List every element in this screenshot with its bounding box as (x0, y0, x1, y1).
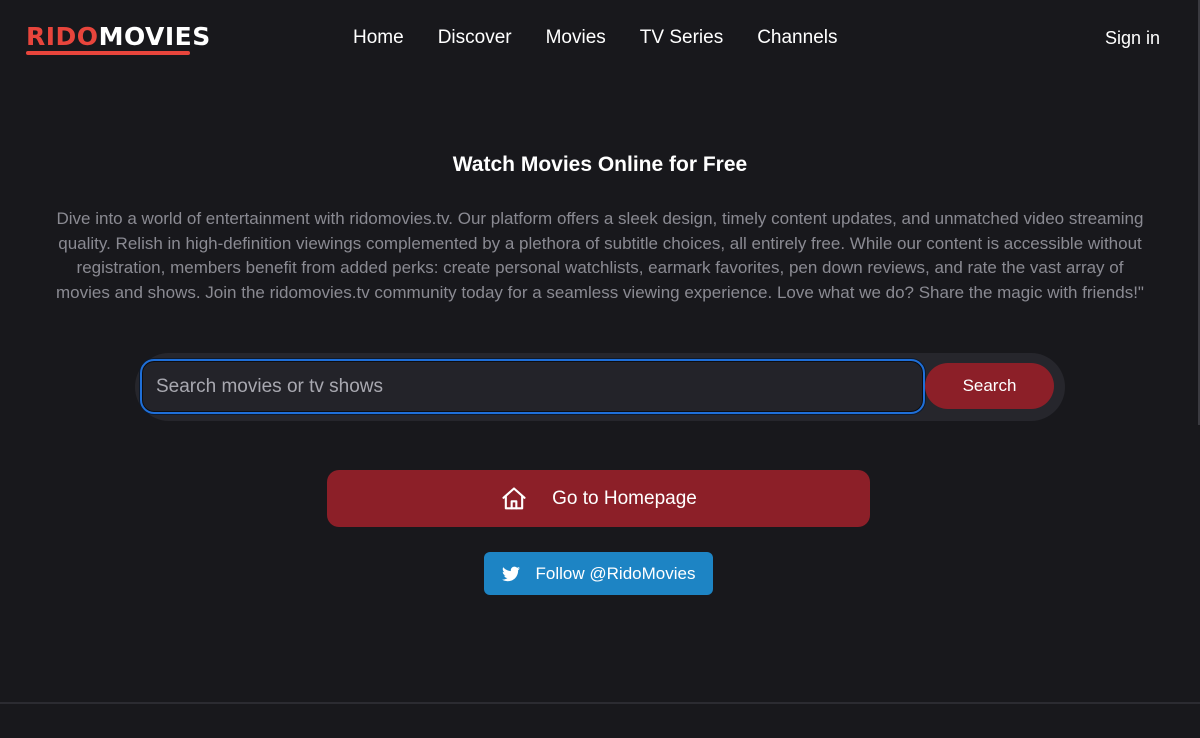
site-logo[interactable]: RIDOMOVIES (26, 22, 210, 58)
follow-twitter-button[interactable]: Follow @RidoMovies (484, 552, 713, 595)
logo-text: RIDOMOVIES (26, 22, 210, 52)
page: RIDOMOVIES Home Discover Movies TV Serie… (0, 0, 1200, 738)
nav-movies[interactable]: Movies (546, 26, 606, 50)
logo-movies: MOVIES (98, 22, 211, 51)
sign-in-link[interactable]: Sign in (1105, 27, 1160, 49)
site-header: RIDOMOVIES Home Discover Movies TV Serie… (0, 0, 1200, 76)
search-button[interactable]: Search (925, 363, 1054, 409)
follow-twitter-label: Follow @RidoMovies (535, 563, 696, 583)
twitter-icon (501, 566, 520, 582)
footer-divider (0, 702, 1200, 704)
nav-discover[interactable]: Discover (438, 26, 512, 50)
nav-tv-series[interactable]: TV Series (640, 26, 723, 50)
go-to-homepage-label: Go to Homepage (552, 487, 697, 509)
home-icon (500, 485, 528, 513)
nav-channels[interactable]: Channels (757, 26, 837, 50)
search-input[interactable] (140, 359, 925, 414)
go-to-homepage-button[interactable]: Go to Homepage (327, 470, 870, 527)
site-description: Dive into a world of entertainment with … (56, 209, 1144, 302)
search-bar: Search (135, 353, 1065, 421)
main-nav: Home Discover Movies TV Series Channels (353, 26, 871, 50)
logo-underline (26, 51, 190, 55)
logo-rido: RIDO (26, 22, 99, 51)
nav-home[interactable]: Home (353, 26, 404, 50)
page-title: Watch Movies Online for Free (452, 153, 748, 176)
